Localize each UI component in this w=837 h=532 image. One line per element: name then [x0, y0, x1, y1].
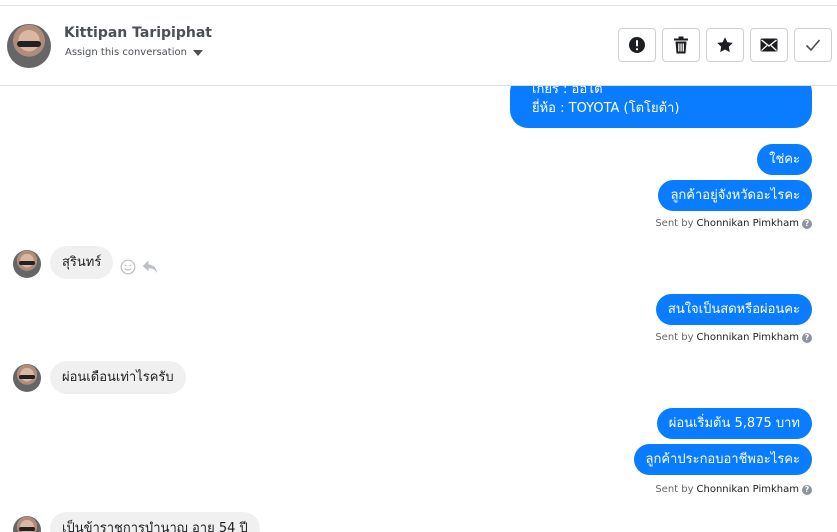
conversation-header: Kittipan Taripiphat Assign this conversa… [0, 6, 837, 86]
contact-avatar-small [13, 250, 41, 278]
outgoing-message[interactable]: ใช่คะ [757, 144, 812, 175]
message-line: เกียร์ : ออโต้ [532, 86, 603, 97]
outgoing-message[interactable]: ลูกค้าอยู่จังหวัดอะไรคะ [658, 180, 812, 211]
incoming-message[interactable]: ผ่อนเดือนเท่าไรครับ [50, 361, 186, 394]
message-line: ยี่ห้อ : TOYOTA (โตโยต้า) [532, 101, 680, 116]
message-thread: เกียร์ : ออโต้ ยี่ห้อ : TOYOTA (โตโยต้า)… [0, 86, 837, 532]
assign-label: Assign this conversation [65, 47, 187, 58]
outgoing-message[interactable]: ลูกค้าประกอบอาชีพอะไรคะ [633, 444, 812, 475]
reply-icon[interactable] [142, 260, 158, 274]
sent-by-prefix: Sent by [655, 332, 694, 343]
contact-name[interactable]: Kittipan Taripiphat [64, 25, 212, 41]
envelope-icon [760, 38, 778, 52]
sent-by-agent[interactable]: Chonnikan Pimkham [697, 484, 799, 495]
delete-button[interactable] [662, 28, 700, 62]
contact-avatar[interactable] [7, 24, 51, 68]
conversation-page: Kittipan Taripiphat Assign this conversa… [0, 0, 837, 532]
outgoing-message[interactable]: เกียร์ : ออโต้ ยี่ห้อ : TOYOTA (โตโยต้า) [510, 86, 812, 128]
sent-by-label: Sent by Chonnikan Pimkham ? [655, 218, 812, 229]
incoming-message[interactable]: เป็นข้าราชการบำนาญ อายุ 54 ปี [50, 512, 260, 532]
help-icon[interactable]: ? [802, 484, 812, 495]
header-actions [618, 28, 832, 62]
check-icon [805, 39, 821, 52]
help-icon[interactable]: ? [802, 332, 812, 343]
star-button[interactable] [706, 28, 744, 62]
trash-icon [674, 36, 688, 54]
incoming-message[interactable]: สุรินทร์ [50, 246, 114, 279]
star-icon [717, 37, 733, 53]
outgoing-message[interactable]: สนใจเป็นสดหรือผ่อนคะ [655, 294, 812, 325]
exclamation-icon [629, 37, 645, 53]
sent-by-agent[interactable]: Chonnikan Pimkham [697, 332, 799, 343]
mark-done-button[interactable] [794, 28, 832, 62]
sent-by-label: Sent by Chonnikan Pimkham ? [655, 332, 812, 343]
sent-by-prefix: Sent by [655, 484, 694, 495]
emoji-react-icon[interactable] [120, 259, 136, 275]
contact-avatar-small [13, 364, 41, 392]
sent-by-prefix: Sent by [655, 218, 694, 229]
mark-spam-button[interactable] [618, 28, 656, 62]
outgoing-message[interactable]: ผ่อนเริ่มต้น 5,875 บาท [656, 408, 812, 439]
sent-by-label: Sent by Chonnikan Pimkham ? [655, 484, 812, 495]
mark-unread-button[interactable] [750, 28, 788, 62]
assign-conversation-dropdown[interactable]: Assign this conversation [65, 47, 203, 58]
caret-down-icon [192, 49, 203, 56]
sent-by-agent[interactable]: Chonnikan Pimkham [697, 218, 799, 229]
contact-avatar-small [13, 516, 41, 532]
message-tools [120, 259, 158, 275]
help-icon[interactable]: ? [802, 218, 812, 229]
